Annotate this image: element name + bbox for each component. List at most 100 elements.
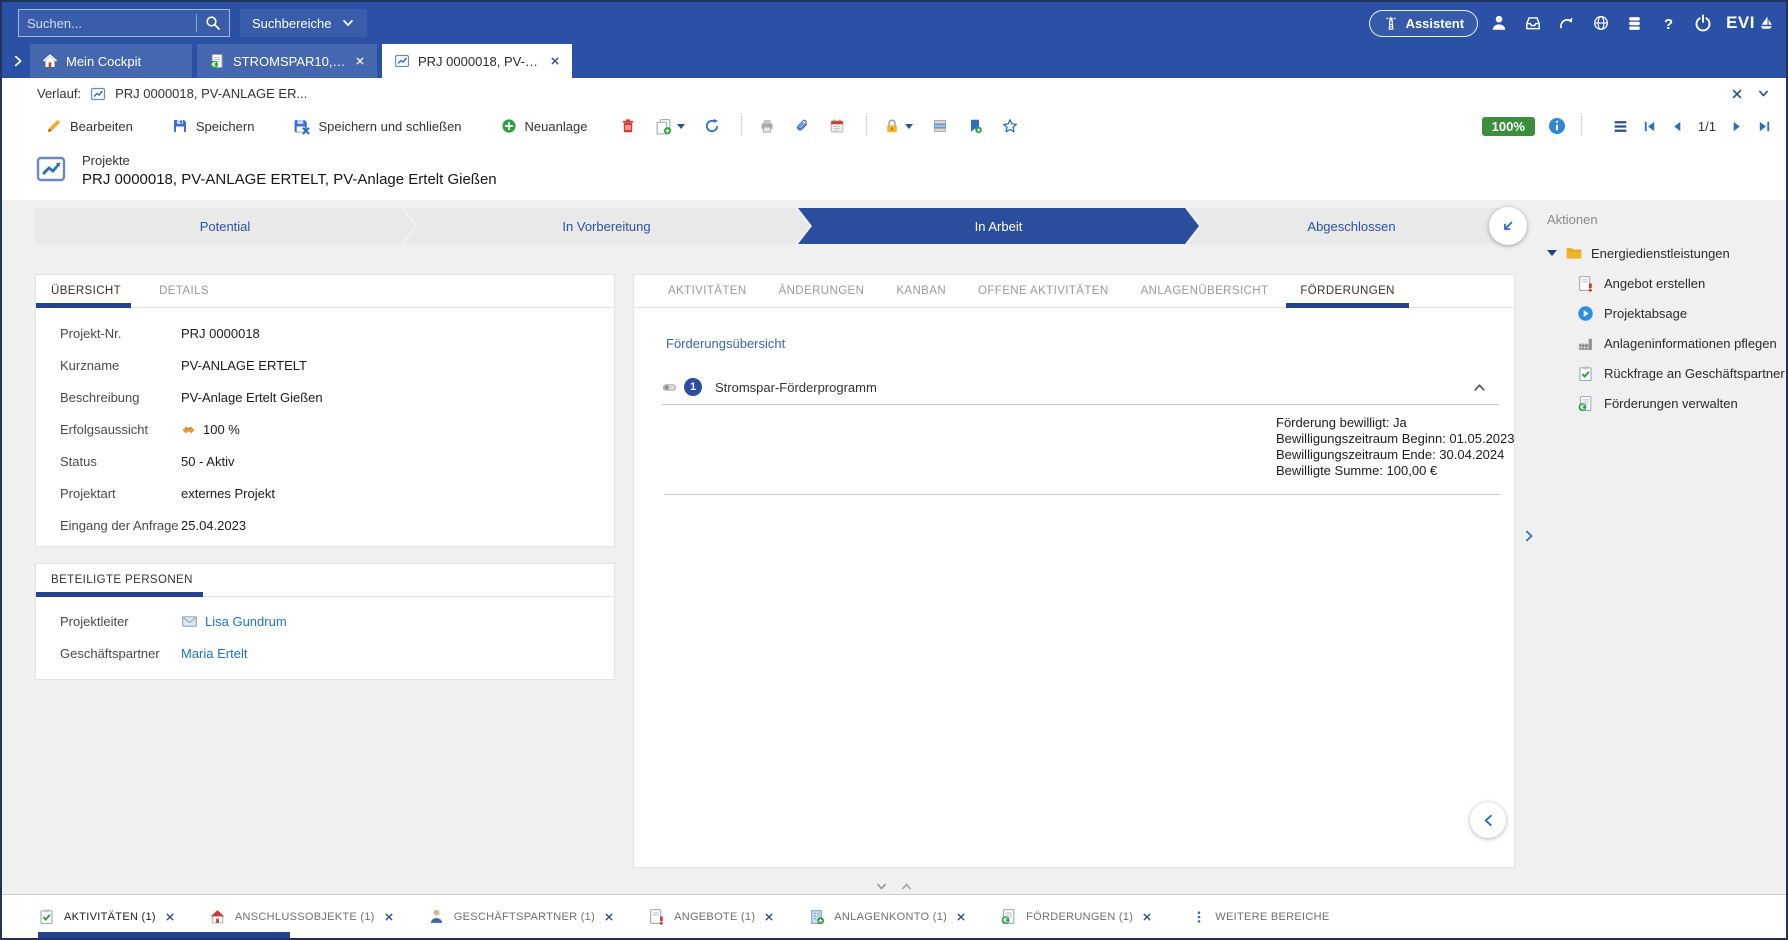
tab-close-button[interactable] [550,56,560,66]
print-button[interactable] [759,118,775,134]
permissions-button[interactable] [884,118,913,134]
tab-kanban[interactable]: KANBAN [896,275,946,307]
tab-aktivitaeten[interactable]: AKTIVITÄTEN [668,275,747,307]
tab-mein-cockpit[interactable]: Mein Cockpit [30,44,192,78]
help-button[interactable] [1655,10,1682,36]
footer-tab-aktivitaeten[interactable]: AKTIVITÄTEN (1) [38,908,175,925]
search-input[interactable] [19,16,196,31]
weitere-bereiche-button[interactable]: WEITERE BEREICHE [1192,910,1329,924]
copy-new-button[interactable] [655,118,685,135]
project-chart-icon [394,53,410,69]
aktion-rueckfrage-an-geschaeftspartner[interactable]: Rückfrage an Geschäftspartner [1577,365,1782,382]
footer-tab-angebote[interactable]: ANGEBOTE (1) [648,908,774,925]
close-icon [355,56,365,66]
tree-caret-icon[interactable] [1547,250,1557,256]
footer-tab-geschaeftspartner[interactable]: GESCHÄFTSPARTNER (1) [428,908,614,925]
rows-icon [932,118,948,134]
aktionen-folder-energiedienstleistungen[interactable]: Energiedienstleistungen [1547,244,1782,262]
database-button[interactable] [1621,10,1648,36]
projektleiter-link[interactable]: Lisa Gundrum [205,614,287,629]
assistent-button[interactable]: Assistent [1369,10,1479,37]
menu-button[interactable] [1612,118,1629,135]
footer-tab-label: ANSCHLUSSOBJEKTE (1) [235,911,375,923]
last-page-button[interactable] [1757,119,1772,134]
field-label: Beschreibung [60,390,181,405]
redo-button[interactable] [1553,10,1580,36]
footer-tab-close-button[interactable] [1142,912,1152,922]
envelope-icon[interactable] [181,613,198,630]
web-button[interactable] [1587,10,1614,36]
field-projektart: Projektart externes Projekt [60,486,614,501]
footer-tab-foerderungen[interactable]: FÖRDERUNGEN (1) [1000,908,1152,925]
footer-tab-close-button[interactable] [384,912,394,922]
foerderungsuebersicht-link[interactable]: Förderungsübersicht [666,336,785,351]
delete-button[interactable] [620,118,636,134]
attachment-button[interactable] [794,118,810,134]
process-step-abgeschlossen[interactable]: Abgeschlossen [1188,208,1515,244]
geschaeftspartner-link[interactable]: Maria Ertelt [181,646,247,661]
tab-details[interactable]: DETAILS [159,275,209,307]
database-icon [1626,15,1643,32]
process-expand-button[interactable] [1489,207,1527,245]
sidebar-collapse-button[interactable] [1470,802,1506,838]
search-button[interactable] [197,10,229,36]
zoom-badge[interactable]: 100% [1482,117,1535,136]
tabbar-scroll-button[interactable] [6,44,30,78]
aktion-projektabsage[interactable]: Projektabsage [1577,305,1782,322]
next-page-button[interactable] [1729,119,1744,134]
verlauf-entry[interactable]: PRJ 0000018, PV-ANLAGE ER... [115,86,307,101]
logout-button[interactable] [1689,10,1716,36]
speichern-und-schliessen-button[interactable]: Speichern und schließen [287,117,467,136]
field-geschaeftspartner: Geschäftspartner Maria Ertelt [60,646,614,661]
aktion-angebot-erstellen[interactable]: Angebot erstellen [1577,275,1782,292]
footer-tab-close-button[interactable] [764,912,774,922]
building-icon [808,908,825,925]
sidebar-expander-button[interactable] [1516,528,1542,544]
suchbereiche-dropdown[interactable]: Suchbereiche [240,9,367,37]
first-page-button[interactable] [1642,119,1657,134]
aktionen-panel: Aktionen Energiedienstleistungen Angebot… [1547,212,1782,425]
footer-tab-anschlussobjekte[interactable]: ANSCHLUSSOBJEKTE (1) [209,908,394,925]
user-button[interactable] [1485,10,1512,36]
tab-offene-aktivitaeten[interactable]: OFFENE AKTIVITÄTEN [978,275,1109,307]
tab-aenderungen[interactable]: ÄNDERUNGEN [779,275,865,307]
tab-foerderungen[interactable]: FÖRDERUNGEN [1300,275,1395,307]
play-circle-icon [1577,305,1594,322]
aktion-label: Angebot erstellen [1604,276,1705,291]
neuanlage-button[interactable]: Neuanlage [495,117,594,135]
footer-tab-close-button[interactable] [956,912,966,922]
tab-beteiligte-personen[interactable]: BETEILIGTE PERSONEN [51,564,193,596]
tab-stromspar[interactable]: STROMSPAR10, PV-A... [197,44,377,78]
tab-uebersicht[interactable]: ÜBERSICHT [51,275,121,307]
favorite-button[interactable] [1002,118,1018,134]
accordion-collapse-button[interactable] [1466,379,1493,396]
previous-page-button[interactable] [1670,119,1685,134]
person-icon [428,908,445,925]
info-button[interactable] [1548,117,1566,135]
refresh-button[interactable] [704,118,720,134]
aktion-anlageninformationen-pflegen[interactable]: Anlageninformationen pflegen [1577,335,1782,352]
footer-collapse-down-button[interactable] [875,880,888,893]
footer-tab-close-button[interactable] [604,912,614,922]
aktion-foerderungen-verwalten[interactable]: Förderungen verwalten [1577,395,1782,412]
process-step-in-arbeit[interactable]: In Arbeit [798,208,1199,244]
list-view-button[interactable] [932,118,948,134]
verlauf-close-button[interactable] [1731,88,1743,100]
verlauf-collapse-button[interactable] [1757,87,1770,100]
bearbeiten-button[interactable]: Bearbeiten [40,117,139,135]
tab-anlagenuebersicht[interactable]: ANLAGENÜBERSICHT [1141,275,1269,307]
lighthouse-icon [1383,15,1399,31]
footer-tab-anlagenkonto[interactable]: ANLAGENKONTO (1) [808,908,966,925]
inbox-button[interactable] [1519,10,1546,36]
tab-prj-0000018[interactable]: PRJ 0000018, PV-ANL... [382,44,572,78]
footer-tab-close-button[interactable] [165,912,175,922]
footer-collapse-up-button[interactable] [900,880,913,893]
calendar-button[interactable] [829,118,845,134]
foerderung-accordion-row[interactable]: 1 Stromspar-Förderprogramm [662,370,1499,405]
process-step-potential[interactable]: Potential [35,208,415,244]
bookmark-button[interactable] [967,118,983,134]
tab-close-button[interactable] [355,56,365,66]
process-step-in-vorbereitung[interactable]: In Vorbereitung [404,208,809,244]
speichern-button[interactable]: Speichern [166,117,261,135]
doc-exclaim-icon [1577,275,1594,292]
